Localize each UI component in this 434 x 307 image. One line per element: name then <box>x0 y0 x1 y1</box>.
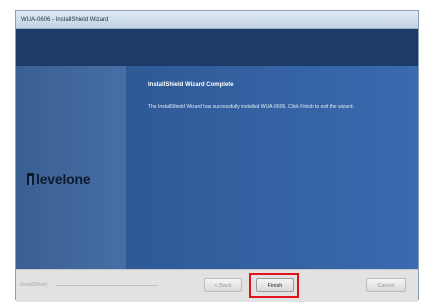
divider-line <box>56 285 158 286</box>
levelone-logo-icon <box>27 173 34 185</box>
installshield-brand: InstallShield <box>20 282 47 288</box>
finish-highlight-box <box>249 273 299 298</box>
window-title: WUA-0606 - InstallShield Wizard <box>16 11 418 29</box>
logo-text: levelone <box>36 171 91 187</box>
logo-panel: levelone <box>16 66 126 269</box>
back-button[interactable]: < Back <box>204 278 242 292</box>
page-heading: InstallShield Wizard Complete <box>148 82 234 88</box>
installer-window: WUA-0606 - InstallShield Wizard levelone… <box>15 10 419 302</box>
header-banner <box>16 29 418 66</box>
completion-message: The InstallShield Wizard has successfull… <box>148 104 354 110</box>
button-bar: InstallShield < Back Finish Cancel <box>16 269 418 302</box>
cancel-button[interactable]: Cancel <box>366 278 406 292</box>
main-content: levelone InstallShield Wizard Complete T… <box>16 66 418 269</box>
levelone-logo: levelone <box>27 171 91 187</box>
